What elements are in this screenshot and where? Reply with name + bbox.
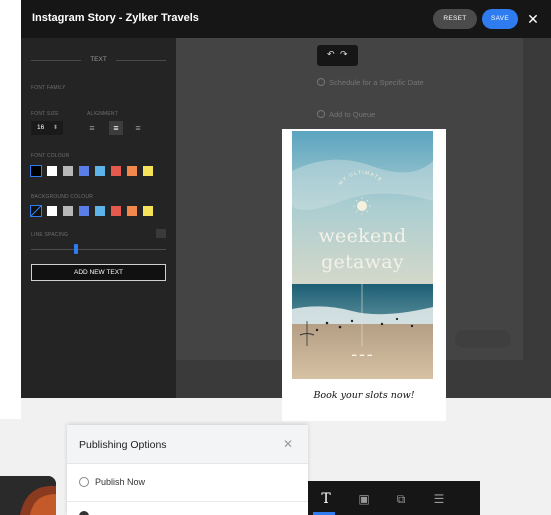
background-colour-label: BACKGROUND COLOUR xyxy=(31,194,94,200)
font-colour-swatch[interactable] xyxy=(63,166,73,176)
close-icon[interactable]: ✕ xyxy=(525,10,541,28)
editor-title: Instagram Story - Zylker Travels xyxy=(32,12,199,24)
font-size-stepper[interactable]: 16 ⬍ xyxy=(31,121,63,135)
story-caption[interactable]: Book your slots now! xyxy=(282,390,446,401)
font-colour-swatch[interactable] xyxy=(30,165,42,177)
divider xyxy=(67,501,308,502)
font-colour-label: FONT COLOUR xyxy=(31,153,70,159)
font-colour-swatch[interactable] xyxy=(111,166,121,176)
font-colour-swatch[interactable] xyxy=(143,166,153,176)
publish-now-radio[interactable] xyxy=(79,477,89,487)
font-colour-swatch[interactable] xyxy=(127,166,137,176)
background-colour-swatch[interactable] xyxy=(95,206,105,216)
headline-line2[interactable]: getaway xyxy=(292,251,433,273)
background-colour-swatch[interactable] xyxy=(127,206,137,216)
undo-redo-box: ↶ ↷ xyxy=(317,45,358,66)
dimmed-button xyxy=(455,330,511,348)
thumbnail-image xyxy=(0,476,56,515)
add-new-text-button[interactable]: ADD NEW TEXT xyxy=(31,264,166,281)
image-tool-icon[interactable]: ⧉ xyxy=(390,488,412,510)
panel-heading-text: TEXT xyxy=(90,56,107,63)
align-left-icon[interactable]: ≡ xyxy=(85,121,99,135)
font-colour-swatch[interactable] xyxy=(79,166,89,176)
story-preview-card[interactable]: MY ULTIMATE weekend getaway ▬ ▬ ▬ Book y… xyxy=(282,129,446,421)
form-option-schedule: Schedule for a Specific Date xyxy=(329,78,424,87)
line-spacing-slider-thumb[interactable] xyxy=(73,244,78,254)
adjust-tool-icon[interactable]: ☰ xyxy=(428,488,450,510)
background-colour-swatch[interactable] xyxy=(63,206,73,216)
editor-toolbar: T ▣ ⧉ ☰ xyxy=(308,481,480,515)
editor-header: Instagram Story - Zylker Travels RESET S… xyxy=(21,0,551,38)
left-margin xyxy=(0,0,21,419)
panel-heading: TEXT xyxy=(31,56,166,66)
publishing-header: Publishing Options ✕ xyxy=(67,425,308,464)
badge-arc-text: MY ULTIMATE xyxy=(338,170,384,187)
publishing-title: Publishing Options xyxy=(79,439,167,451)
screen: { "editor": { "title": "Instagram Story … xyxy=(0,0,551,515)
line-spacing-slider-track[interactable] xyxy=(31,249,166,250)
radio-schedule xyxy=(317,78,325,86)
close-icon[interactable]: ✕ xyxy=(283,437,293,451)
svg-text:MY ULTIMATE: MY ULTIMATE xyxy=(338,170,384,187)
undo-icon[interactable]: ↶ xyxy=(327,49,335,60)
redo-icon[interactable]: ↷ xyxy=(340,49,348,60)
story-image: MY ULTIMATE weekend getaway ▬ ▬ ▬ xyxy=(292,131,433,379)
form-option-queue: Add to Queue xyxy=(329,110,376,119)
font-family-label: FONT FAMILY xyxy=(31,85,66,91)
align-right-icon[interactable]: ≡ xyxy=(131,121,145,135)
background-colour-swatch[interactable] xyxy=(79,206,89,216)
font-size-value: 16 xyxy=(37,124,45,131)
font-colour-swatch[interactable] xyxy=(95,166,105,176)
sticker-tool-icon[interactable]: ▣ xyxy=(353,488,375,510)
align-center-icon[interactable]: ≡ xyxy=(109,121,123,135)
publish-now-label[interactable]: Publish Now xyxy=(95,477,145,487)
background-colour-swatch[interactable] xyxy=(30,205,42,217)
story-small-text: ▬ ▬ ▬ xyxy=(351,352,373,357)
divider xyxy=(116,60,166,61)
badge-text: MY ULTIMATE xyxy=(338,170,383,187)
background-colour-swatch[interactable] xyxy=(111,206,121,216)
divider xyxy=(31,60,81,61)
radio-queue xyxy=(317,110,325,118)
reset-button[interactable]: RESET xyxy=(433,9,477,29)
background-colour-swatch[interactable] xyxy=(47,206,57,216)
text-properties-panel: TEXT FONT FAMILY FONT SIZE ALIGNMENT 16 … xyxy=(21,38,176,398)
thumbnail-preview[interactable] xyxy=(0,476,56,515)
alignment-label: ALIGNMENT xyxy=(87,111,118,117)
headline-line1[interactable]: weekend xyxy=(292,225,433,247)
line-spacing-value-box[interactable] xyxy=(156,229,166,238)
line-spacing-label: LINE SPACING xyxy=(31,232,69,238)
font-colour-swatch[interactable] xyxy=(47,166,57,176)
font-size-label: FONT SIZE xyxy=(31,111,59,117)
publishing-options-popup: Publishing Options ✕ Publish Now xyxy=(67,425,308,515)
stepper-arrows-icon[interactable]: ⬍ xyxy=(53,121,58,135)
text-tool-icon[interactable]: T xyxy=(315,488,337,510)
selected-option-radio[interactable] xyxy=(79,511,89,515)
background-colour-swatch[interactable] xyxy=(143,206,153,216)
save-button[interactable]: SAVE xyxy=(482,9,518,29)
